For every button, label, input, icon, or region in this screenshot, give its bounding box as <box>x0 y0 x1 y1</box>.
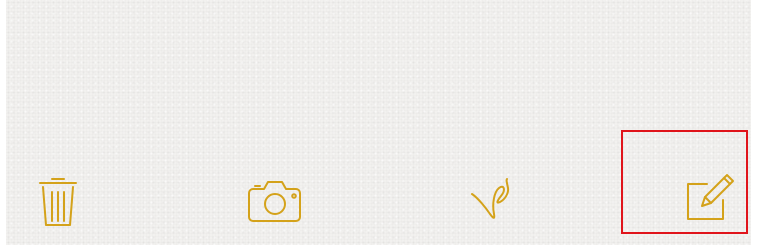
camera-icon <box>248 181 301 222</box>
bottom-toolbar <box>0 0 757 245</box>
compose-icon <box>687 174 734 220</box>
delete-button[interactable] <box>34 174 82 230</box>
sketch-squiggle-icon <box>471 178 510 219</box>
compose-button[interactable] <box>682 170 738 224</box>
camera-button[interactable] <box>244 176 306 226</box>
trash-icon <box>39 178 77 226</box>
sketch-button[interactable] <box>466 174 522 226</box>
